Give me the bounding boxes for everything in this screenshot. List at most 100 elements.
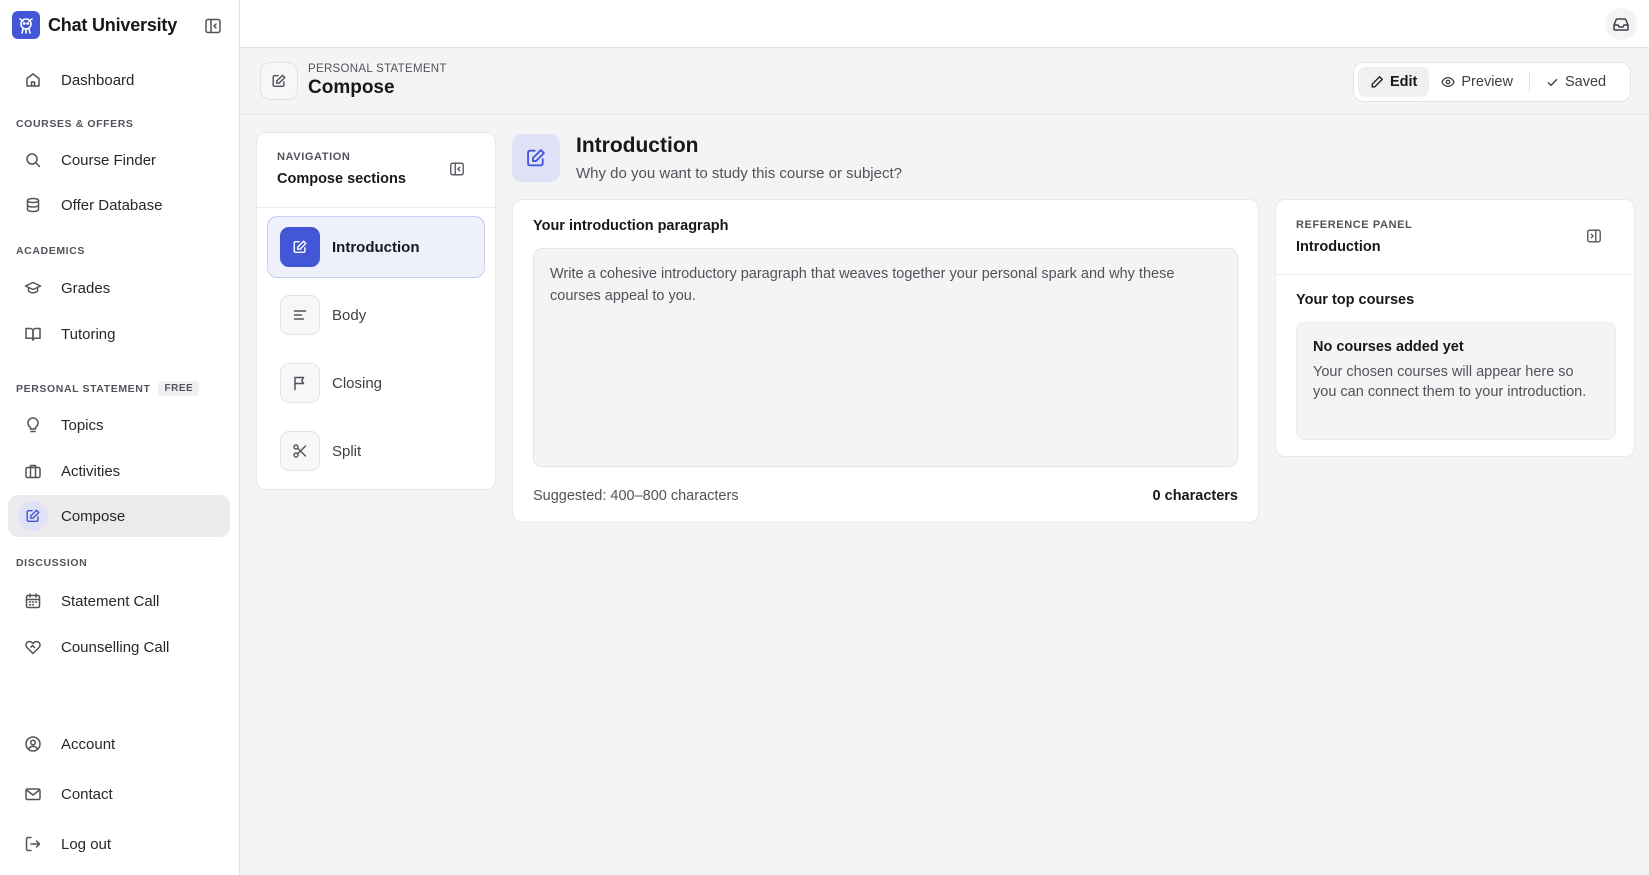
sidebar-item-dashboard[interactable]: Dashboard	[8, 59, 230, 101]
compose-icon	[280, 227, 320, 267]
character-hint: Suggested: 400–800 characters	[533, 488, 739, 504]
sidebar-item-label: Statement Call	[61, 592, 160, 610]
sidebar-collapse-icon[interactable]	[202, 15, 224, 37]
section-item-body[interactable]: Body	[267, 284, 485, 346]
top-bar	[240, 0, 1649, 48]
section-title: Introduction	[576, 134, 699, 157]
section-personal-statement: PERSONAL STATEMENT FREE	[16, 381, 200, 396]
sidebar-item-tutoring[interactable]: Tutoring	[8, 313, 230, 355]
scissors-icon	[280, 431, 320, 471]
compose-icon	[512, 134, 560, 182]
reference-panel: REFERENCE PANEL Introduction Your top co…	[1275, 199, 1635, 457]
section-item-label: Body	[332, 306, 367, 324]
home-icon	[23, 70, 43, 90]
free-badge: FREE	[158, 381, 200, 396]
brand[interactable]: Chat University	[12, 10, 177, 40]
sidebar-item-label: Dashboard	[61, 71, 135, 89]
sidebar-item-grades[interactable]: Grades	[8, 267, 230, 309]
database-icon	[23, 195, 43, 215]
section-label: COURSES & OFFERS	[16, 118, 134, 130]
pencil-icon	[1371, 76, 1383, 88]
sidebar-item-offer-database[interactable]: Offer Database	[8, 184, 230, 226]
section-label: ACADEMICS	[16, 245, 85, 257]
book-open-icon	[23, 324, 43, 344]
panel-eyebrow: REFERENCE PANEL	[1296, 219, 1413, 231]
breadcrumb: PERSONAL STATEMENT	[308, 63, 447, 75]
sidebar-item-label: Contact	[61, 785, 113, 803]
section-item-split[interactable]: Split	[267, 420, 485, 482]
flag-icon	[280, 363, 320, 403]
empty-state: No courses added yet Your chosen courses…	[1296, 322, 1616, 440]
sidebar-item-statement-call[interactable]: Statement Call	[8, 580, 230, 622]
saved-status-label: Saved	[1564, 74, 1607, 90]
editor-label: Your introduction paragraph	[533, 218, 729, 234]
check-icon	[1547, 78, 1558, 86]
section-academics: ACADEMICS	[16, 245, 85, 257]
character-count: 0 characters	[1152, 488, 1238, 504]
sidebar-item-account[interactable]: Account	[8, 723, 230, 765]
sidebar-item-label: Log out	[61, 835, 112, 853]
lightbulb-icon	[23, 415, 43, 435]
empty-state-text: Your chosen courses will appear here so …	[1313, 364, 1587, 400]
sidebar-item-label: Tutoring	[61, 325, 116, 343]
eye-icon	[1441, 76, 1456, 88]
panel-collapse-icon[interactable]	[449, 161, 467, 179]
empty-state-title: No courses added yet	[1313, 339, 1464, 355]
saved-status: Saved	[1534, 67, 1618, 97]
inbox-icon[interactable]	[1605, 8, 1637, 40]
sidebar-item-label: Compose	[61, 507, 126, 525]
mode-toggle: Edit Preview Saved	[1353, 62, 1631, 102]
introduction-textarea[interactable]	[533, 248, 1238, 467]
section-item-introduction[interactable]: Introduction	[267, 216, 485, 278]
preview-button[interactable]: Preview	[1429, 67, 1525, 97]
section-item-label: Closing	[332, 374, 383, 392]
section-subtitle: Why do you want to study this course or …	[576, 165, 902, 182]
log-out-icon	[23, 834, 43, 854]
sidebar-item-label: Offer Database	[61, 196, 163, 214]
panel-title: Compose sections	[277, 171, 406, 187]
page-header: PERSONAL STATEMENT Compose Edit Preview …	[240, 48, 1649, 115]
calendar-icon	[23, 591, 43, 611]
graduation-cap-icon	[23, 278, 43, 298]
section-label: DISCUSSION	[16, 557, 88, 569]
sidebar-item-activities[interactable]: Activities	[8, 450, 230, 492]
heart-handshake-icon	[23, 637, 43, 657]
sidebar-item-course-finder[interactable]: Course Finder	[8, 139, 230, 181]
section-label: PERSONAL STATEMENT	[16, 382, 151, 395]
divider	[1528, 72, 1530, 92]
panel-collapse-right-icon[interactable]	[1586, 228, 1604, 246]
sidebar-item-label: Counselling Call	[61, 638, 170, 656]
sidebar-item-label: Grades	[61, 279, 111, 297]
sidebar-item-counselling-call[interactable]: Counselling Call	[8, 626, 230, 668]
text-align-left-icon	[280, 295, 320, 335]
sidebar-item-label: Activities	[61, 462, 121, 480]
preview-button-label: Preview	[1461, 74, 1513, 90]
divider	[1276, 274, 1634, 275]
edit-button-label: Edit	[1390, 74, 1418, 90]
sidebar-item-log-out[interactable]: Log out	[8, 823, 230, 865]
edit-button[interactable]: Edit	[1358, 67, 1430, 97]
sidebar-item-topics[interactable]: Topics	[8, 404, 230, 446]
compose-icon	[260, 62, 298, 100]
section-item-label: Introduction	[332, 238, 420, 256]
compose-sections-panel: NAVIGATION Compose sections Introduction…	[256, 132, 496, 490]
app-name: Chat University	[48, 14, 178, 35]
sidebar-item-label: Account	[61, 735, 116, 753]
user-circle-icon	[23, 734, 43, 754]
sidebar-item-label: Topics	[61, 416, 104, 434]
divider	[257, 207, 495, 208]
mail-icon	[23, 784, 43, 804]
briefcase-icon	[23, 461, 43, 481]
sidebar-item-contact[interactable]: Contact	[8, 773, 230, 815]
section-item-label: Split	[332, 442, 362, 460]
search-icon	[23, 150, 43, 170]
chat-university-logo-icon	[12, 11, 40, 39]
section-item-closing[interactable]: Closing	[267, 352, 485, 414]
top-courses-heading: Your top courses	[1296, 292, 1415, 308]
editor-card: Your introduction paragraph Suggested: 4…	[512, 199, 1259, 523]
section-courses-offers: COURSES & OFFERS	[16, 118, 134, 130]
compose-icon	[18, 501, 48, 531]
page-title: Compose	[308, 77, 395, 98]
sidebar-item-compose[interactable]: Compose	[8, 495, 230, 537]
panel-eyebrow: NAVIGATION	[277, 151, 351, 163]
